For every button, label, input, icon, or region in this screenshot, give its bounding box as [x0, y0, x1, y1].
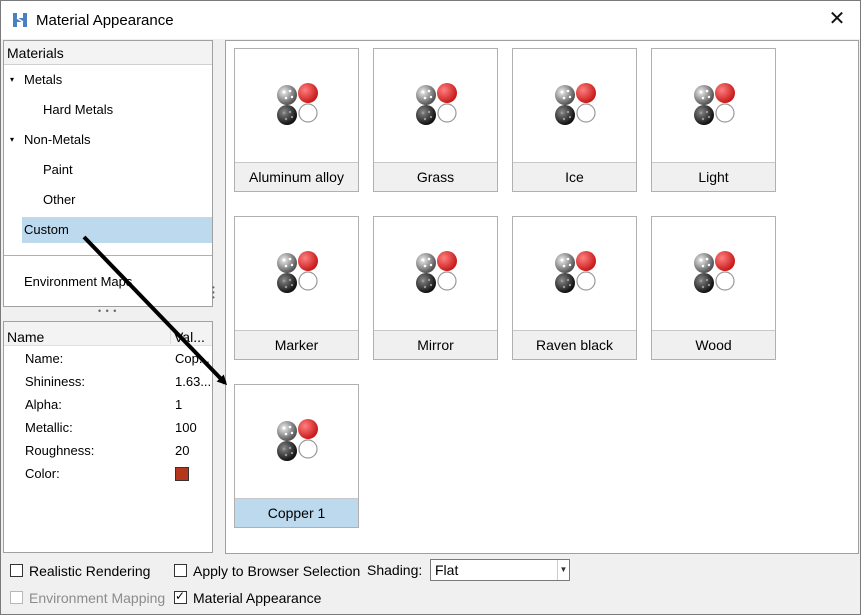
tree-item-label: Custom: [24, 222, 69, 237]
title-bar: Material Appearance ✕: [1, 1, 860, 39]
material-tile-aluminum-alloy[interactable]: Aluminum alloy: [234, 48, 359, 192]
tree-item-custom[interactable]: Custom: [22, 217, 212, 243]
properties-pane: Name Val... Name: Cop... Shininess: 1.63...…: [3, 321, 213, 553]
realistic-rendering-checkbox[interactable]: [10, 564, 23, 577]
property-row[interactable]: Roughness: 20: [4, 439, 212, 462]
tree-item-other[interactable]: Other: [43, 187, 76, 213]
tree-item-label: Non-Metals: [24, 132, 91, 147]
material-preview-icon: [694, 251, 735, 293]
tree-divider: [4, 255, 212, 256]
material-tile-raven-black[interactable]: Raven black: [512, 216, 637, 360]
property-value: 100: [175, 420, 197, 435]
material-preview-icon: [277, 419, 318, 461]
material-preview-icon: [416, 251, 457, 293]
shading-select[interactable]: Flat ▼: [430, 559, 570, 581]
shading-value: Flat: [435, 562, 459, 578]
material-preview: [652, 217, 775, 330]
property-row[interactable]: Shininess: 1.63...: [4, 370, 212, 393]
property-value: 1.63...: [175, 374, 212, 389]
shading-label: Shading:: [367, 562, 423, 578]
environment-mapping-label: Environment Mapping: [29, 590, 166, 606]
property-row[interactable]: Metallic: 100: [4, 416, 212, 439]
material-appearance-checkbox[interactable]: [174, 589, 187, 604]
material-label: Aluminum alloy: [235, 162, 358, 191]
property-name: Name:: [25, 351, 64, 366]
property-value: Cop...: [175, 351, 210, 366]
material-tile-copper-1[interactable]: Copper 1: [234, 384, 359, 528]
material-tile-mirror[interactable]: Mirror: [373, 216, 498, 360]
property-name: Metallic:: [25, 420, 73, 435]
property-row[interactable]: Name: Cop...: [4, 347, 212, 370]
material-preview: [374, 217, 497, 330]
material-preview: [235, 385, 358, 498]
material-label: Copper 1: [235, 498, 358, 527]
material-label: Grass: [374, 162, 497, 191]
property-value: 1: [175, 397, 183, 412]
tree-item-label: Metals: [24, 72, 63, 87]
environment-mapping-checkbox[interactable]: [10, 591, 23, 604]
material-preview: [235, 49, 358, 162]
tree-item-metals[interactable]: ▾ Metals: [10, 67, 63, 93]
material-preview-icon: [694, 83, 735, 125]
property-name: Shininess:: [25, 374, 85, 389]
material-preview: [374, 49, 497, 162]
material-label: Mirror: [374, 330, 497, 359]
tree-item-non-metals[interactable]: ▾ Non-Metals: [10, 127, 91, 153]
tree-item-label: Other: [43, 192, 76, 207]
material-preview: [652, 49, 775, 162]
material-preview-icon: [277, 251, 318, 293]
horizontal-splitter-handle[interactable]: • • •: [98, 306, 117, 316]
material-preview-icon: [555, 83, 596, 125]
tree-item-label: Hard Metals: [43, 102, 114, 117]
realistic-rendering-label: Realistic Rendering: [29, 563, 151, 579]
material-preview: [235, 217, 358, 330]
apply-browser-selection-checkbox[interactable]: [174, 564, 187, 577]
tree-item-environment-maps[interactable]: Environment Maps: [24, 269, 132, 295]
material-tile-wood[interactable]: Wood: [651, 216, 776, 360]
material-tile-ice[interactable]: Ice: [512, 48, 637, 192]
material-preview-icon: [555, 251, 596, 293]
window-title: Material Appearance: [36, 12, 174, 29]
tree-item-label: Paint: [43, 162, 73, 177]
material-preview-icon: [416, 83, 457, 125]
tree-item-hard-metals[interactable]: Hard Metals: [43, 97, 113, 123]
materials-tree: Materials ▾ Metals Hard Metals ▾ Non-Metals P…: [3, 40, 213, 307]
property-name: Color:: [25, 466, 60, 481]
properties-header: Name Val...: [4, 322, 212, 346]
material-appearance-label: Material Appearance: [193, 590, 322, 606]
material-label: Light: [652, 162, 775, 191]
property-row[interactable]: Color:: [4, 462, 212, 485]
material-preview: [513, 49, 636, 162]
apply-browser-selection-label: Apply to Browser Selection: [193, 563, 361, 579]
color-swatch[interactable]: [175, 467, 189, 481]
material-label: Wood: [652, 330, 775, 359]
property-name: Roughness:: [25, 443, 95, 458]
material-preview-icon: [277, 83, 318, 125]
material-tile-marker[interactable]: Marker: [234, 216, 359, 360]
close-button[interactable]: ✕: [814, 1, 860, 39]
materials-header: Materials: [4, 41, 212, 65]
property-name: Alpha:: [25, 397, 62, 412]
vertical-splitter-handle[interactable]: • • •: [212, 284, 218, 302]
material-gallery: Aluminum alloy Grass Ice Light Marker Mirror R…: [225, 40, 859, 554]
options-bar: Realistic Rendering Apply to Browser Sel…: [0, 556, 861, 615]
chevron-down-icon[interactable]: ▾: [10, 127, 14, 153]
chevron-down-icon[interactable]: ▾: [10, 67, 14, 93]
material-preview: [513, 217, 636, 330]
material-tile-grass[interactable]: Grass: [373, 48, 498, 192]
material-label: Ice: [513, 162, 636, 191]
material-tile-light[interactable]: Light: [651, 48, 776, 192]
material-label: Marker: [235, 330, 358, 359]
property-value: 20: [175, 443, 190, 458]
tree-item-paint[interactable]: Paint: [43, 157, 73, 183]
material-label: Raven black: [513, 330, 636, 359]
chevron-down-icon[interactable]: ▼: [557, 560, 569, 580]
property-row[interactable]: Alpha: 1: [4, 393, 212, 416]
app-logo-icon: [13, 13, 27, 27]
